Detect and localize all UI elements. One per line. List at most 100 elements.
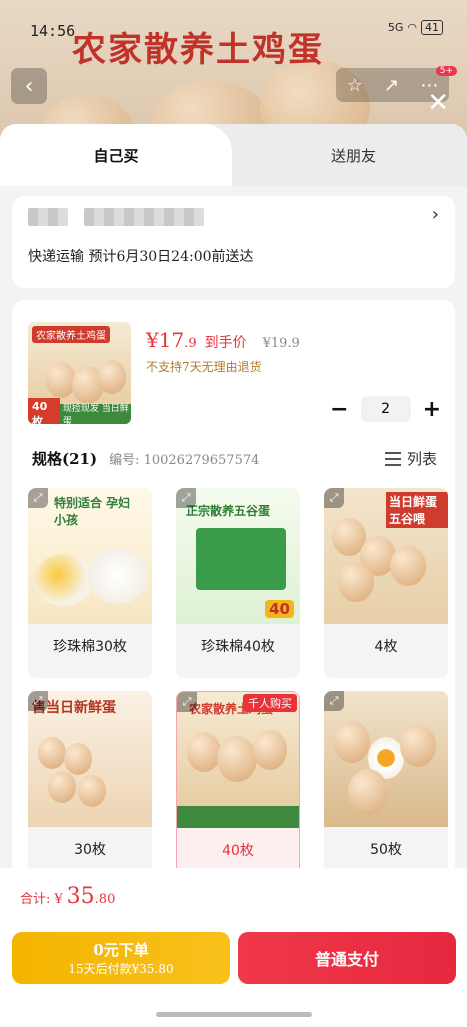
thumb-title: 农家散养土鸡蛋 (32, 326, 110, 343)
tab-send-friend[interactable]: 送朋友 (240, 124, 467, 186)
total-label: 合计: (20, 892, 51, 907)
pay-later-button[interactable]: 0元下单 15天后付款¥35.80 (12, 932, 230, 984)
delivery-estimate: 快递运输 预计6月30日24:00前送达 (28, 249, 254, 265)
purchase-tabs: 自己买 送朋友 (0, 124, 467, 186)
egg-image (253, 730, 287, 770)
spec-label: 珍珠棉40枚 (201, 639, 275, 655)
zoom-icon[interactable]: ⤢ (28, 691, 48, 711)
list-icon (384, 451, 401, 466)
address-name-redacted (28, 208, 68, 226)
minus-icon[interactable]: − (330, 397, 348, 422)
egg-image (348, 769, 388, 815)
return-policy: 不支持7天无理由退货 (146, 360, 262, 374)
spec-image-text: 特别适合 孕妇小孩 (54, 496, 131, 527)
spec-label: 珍珠棉30枚 (53, 639, 127, 655)
spec-code: 编号: 10026279657574 (109, 453, 260, 468)
zoom-icon[interactable]: ⤢ (177, 692, 197, 712)
spec-item[interactable]: 当日鲜蛋 五谷喂 ⤢ 4枚 (324, 488, 448, 678)
spec-image-text: 当日鲜蛋 五谷喂 (386, 492, 448, 528)
spec-item[interactable]: ⤢ 50枚 (324, 691, 448, 881)
spec-image (324, 691, 448, 827)
list-view-toggle[interactable]: 列表 (384, 448, 437, 469)
spec-image: 售当日新鲜蛋 (28, 691, 152, 827)
status-icons: 5G ◠ 41 (388, 20, 443, 35)
zoom-icon[interactable]: ⤢ (28, 488, 48, 508)
egg-image (400, 725, 436, 767)
quantity-value[interactable]: 2 (360, 396, 411, 422)
chevron-right-icon: › (431, 204, 439, 225)
thumb-count: 40枚 (28, 397, 60, 424)
notification-badge: 5+ (435, 66, 457, 76)
address-card[interactable]: › 快递运输 预计6月30日24:00前送达 (12, 196, 455, 288)
total-integer: 35 (66, 884, 95, 909)
egg-image (334, 721, 370, 763)
spec-image: 正宗散养五谷蛋 40 (176, 488, 300, 624)
spec-header: 规格(21) 编号: 10026279657574 (32, 448, 259, 469)
image-footer-bar (177, 806, 299, 828)
spec-image: 当日鲜蛋 五谷喂 (324, 488, 448, 624)
egg-image (64, 743, 92, 775)
star-icon[interactable]: ☆ (347, 75, 363, 96)
current-price: ¥17.9 (146, 328, 197, 352)
zoom-icon[interactable]: ⤢ (176, 488, 196, 508)
spec-label: 30枚 (74, 842, 106, 858)
egg-image (88, 548, 148, 604)
spec-item[interactable]: 售当日新鲜蛋 ⤢ 30枚 (28, 691, 152, 881)
tab-buy-self[interactable]: 自己买 (0, 124, 232, 186)
egg-image (217, 736, 257, 782)
address-phone-redacted (84, 208, 204, 226)
spec-label: 50枚 (370, 842, 402, 858)
status-bar: 14:56 5G ◠ 41 (0, 18, 467, 46)
spec-item[interactable]: 特别适合 孕妇小孩 ⤢ 珍珠棉30枚 (28, 488, 152, 678)
spec-label: 4枚 (374, 639, 398, 655)
hot-tag: 千人购买 (243, 694, 297, 712)
wifi-icon: ◠ (407, 21, 417, 34)
total-currency: ¥ (54, 892, 63, 907)
egg-image (98, 360, 126, 394)
signal-label: 5G (387, 21, 404, 34)
checkout-footer: 合计: ¥ 35 .80 0元下单 15天后付款¥35.80 普通支付 (0, 868, 467, 1027)
zoom-icon[interactable]: ⤢ (324, 488, 344, 508)
egg-image (338, 562, 374, 602)
egg-image (78, 775, 106, 807)
thumb-footer: 40枚 现捡现发 当日鲜蛋 (28, 397, 131, 424)
spec-image: 特别适合 孕妇小孩 (28, 488, 152, 624)
thumb-caption: 现捡现发 当日鲜蛋 (62, 404, 129, 424)
back-button[interactable]: ‹ (11, 68, 47, 104)
total-decimal: .80 (94, 892, 116, 907)
egg-image (48, 771, 76, 803)
pay-later-subtitle: 15天后付款¥35.80 (68, 962, 174, 976)
close-icon[interactable]: ✕ (427, 88, 449, 118)
plus-icon[interactable]: + (423, 397, 441, 422)
zoom-icon[interactable]: ⤢ (324, 691, 344, 711)
box-count-badge: 40 (265, 600, 294, 618)
spec-label: 40枚 (222, 843, 254, 859)
list-toggle-label: 列表 (406, 450, 437, 468)
product-thumbnail[interactable]: 农家散养土鸡蛋 40枚 现捡现发 当日鲜蛋 (28, 322, 131, 424)
price-label: 到手价 (204, 335, 247, 351)
egg-image (187, 732, 221, 772)
spec-item[interactable]: 正宗散养五谷蛋 40 ⤢ 珍珠棉40枚 (176, 488, 300, 678)
order-total: 合计: ¥ 35 .80 (20, 884, 115, 909)
price-decimal: .9 (184, 336, 197, 351)
spec-image: 农家散养土鸡蛋 (177, 692, 299, 828)
normal-pay-button[interactable]: 普通支付 (238, 932, 456, 984)
price-currency: ¥ (146, 328, 159, 352)
original-price: ¥19.9 (262, 336, 300, 351)
chevron-left-icon: ‹ (24, 73, 34, 99)
pay-later-title: 0元下单 (93, 941, 149, 959)
spec-item-selected[interactable]: 农家散养土鸡蛋 千人购买 ⤢ 40枚 (176, 691, 300, 881)
spec-image-text: 正宗散养五谷蛋 (186, 504, 271, 518)
status-time: 14:56 (30, 22, 76, 40)
battery-icon: 41 (421, 20, 443, 35)
egg-image (38, 737, 66, 769)
share-icon[interactable]: ↗ (384, 75, 399, 96)
home-indicator (156, 1012, 312, 1017)
spec-title: 规格(21) (32, 450, 98, 468)
price-integer: 17 (158, 328, 185, 352)
egg-box-image (196, 528, 286, 590)
product-card: 农家散养土鸡蛋 40枚 现捡现发 当日鲜蛋 ¥17.9 到手价 ¥19.9 不支… (12, 300, 455, 900)
quantity-stepper: − 2 + (330, 396, 441, 422)
egg-image (390, 546, 426, 586)
price-row: ¥17.9 到手价 ¥19.9 (146, 328, 300, 352)
